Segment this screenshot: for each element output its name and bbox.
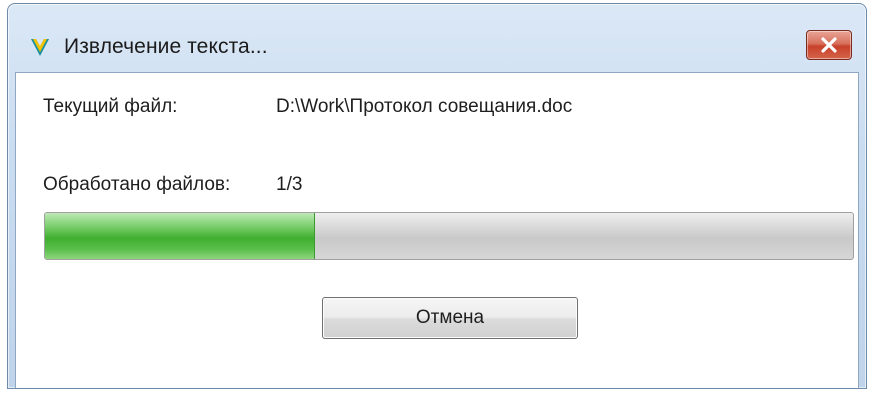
current-file-label: Текущий файл:: [43, 96, 178, 117]
progress-bar: [44, 212, 854, 260]
processed-files-count: 1/3: [276, 174, 303, 195]
cancel-button[interactable]: Отмена: [322, 297, 578, 339]
close-icon: [821, 37, 837, 53]
title-bar[interactable]: Извлечение текста...: [8, 4, 866, 72]
close-button[interactable]: [806, 30, 852, 60]
dialog-window: Извлечение текста... Текущий файл: D:\Wo…: [7, 3, 867, 389]
app-logo-icon: [29, 36, 51, 58]
dialog-content: Текущий файл: D:\Work\Протокол совещания…: [15, 72, 859, 388]
window-title: Извлечение текста...: [64, 35, 268, 58]
current-file-path: D:\Work\Протокол совещания.doc: [276, 96, 573, 117]
processed-files-label: Обработано файлов:: [43, 174, 231, 195]
progress-bar-fill: [45, 213, 316, 259]
